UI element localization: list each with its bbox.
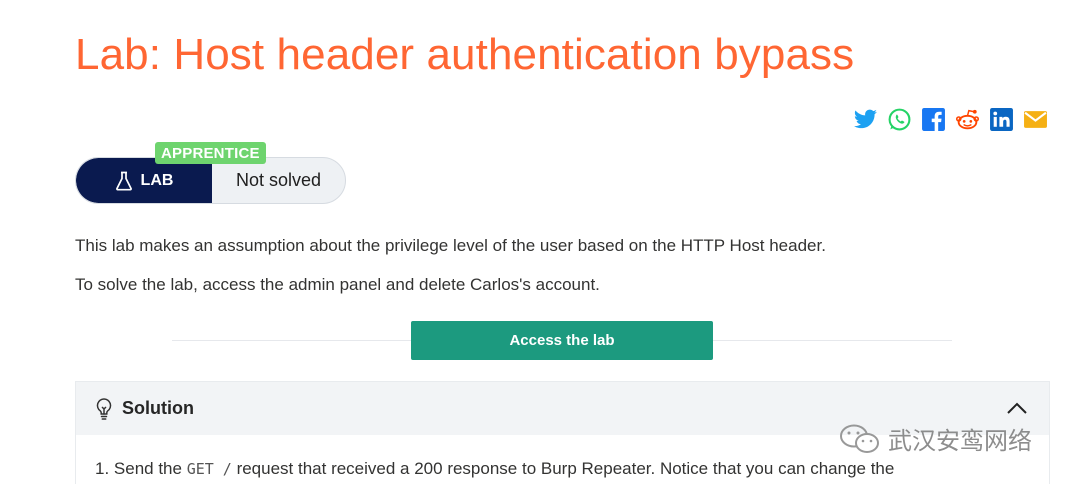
email-icon[interactable] — [1022, 106, 1049, 132]
twitter-icon[interactable] — [852, 106, 879, 132]
lab-status-widget: LAB Not solved — [75, 157, 346, 204]
lab-objective: To solve the lab, access the admin panel… — [75, 275, 600, 294]
level-badge: APPRENTICE — [155, 142, 266, 164]
reddit-icon[interactable] — [954, 106, 981, 132]
watermark-text: 武汉安鸾网络 — [888, 428, 1032, 455]
lab-description: This lab makes an assumption about the p… — [75, 236, 826, 255]
page-title: Lab: Host header authentication bypass — [75, 30, 855, 79]
wechat-icon — [840, 424, 879, 453]
facebook-icon[interactable] — [920, 106, 947, 132]
solution-step-1: 1. Send the GET / request that received … — [95, 459, 894, 479]
step-code: GET / — [186, 460, 232, 478]
whatsapp-icon[interactable] — [886, 106, 913, 132]
lab-label-text: LAB — [140, 171, 174, 189]
access-lab-button[interactable]: Access the lab — [411, 321, 713, 360]
solved-status: Not solved — [235, 170, 322, 190]
share-bar — [852, 106, 1049, 132]
step-text-suffix: request that received a 200 response to … — [231, 459, 895, 478]
solution-title: Solution — [122, 398, 194, 418]
lab-type-label: LAB — [76, 158, 212, 203]
flask-icon — [115, 171, 132, 191]
lightbulb-icon — [96, 397, 112, 420]
watermark: 武汉安鸾网络 — [838, 421, 1032, 456]
linkedin-icon[interactable] — [988, 106, 1015, 132]
step-text-prefix: 1. Send the — [95, 459, 187, 478]
chevron-up-icon[interactable] — [1005, 398, 1029, 418]
